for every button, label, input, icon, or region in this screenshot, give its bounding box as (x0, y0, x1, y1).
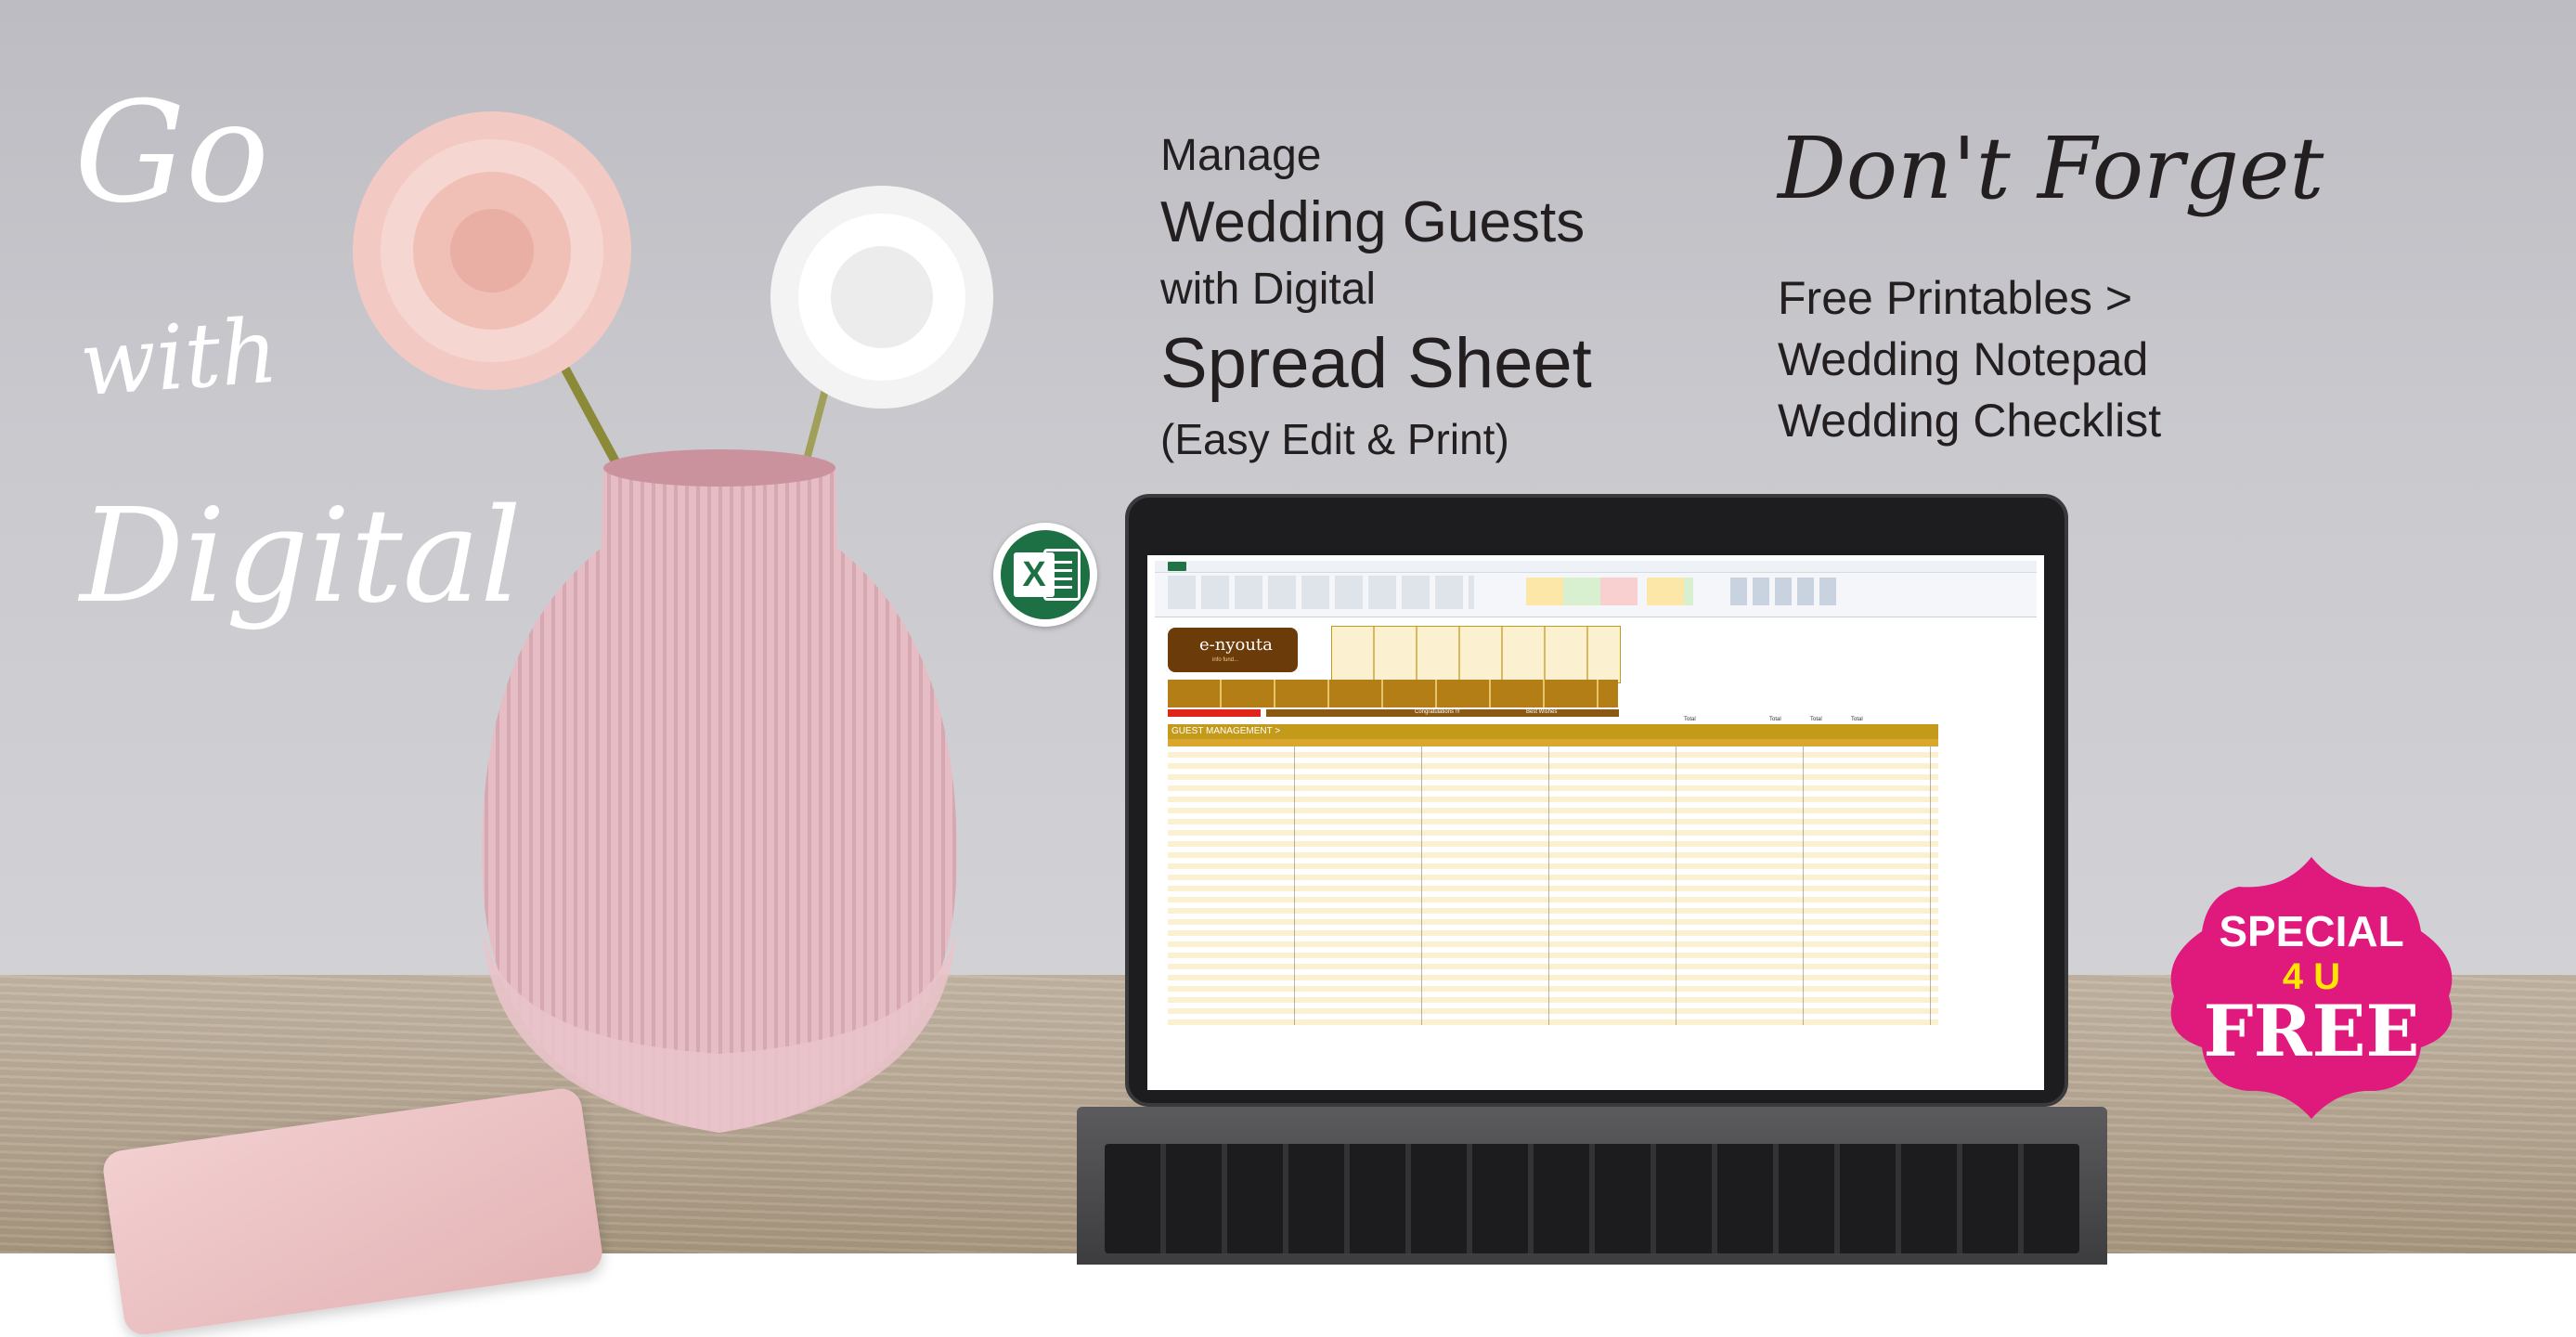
spreadsheet-preview: e-nyouta info fund... Congratulations !!… (1155, 561, 2037, 1083)
total-2: Total (1769, 717, 1781, 722)
total-3: Total (1810, 717, 1822, 722)
pink-vase (482, 449, 957, 1133)
script-with: with (76, 298, 281, 417)
red-status-bar (1168, 709, 1261, 717)
ribbon-cells (1730, 578, 1842, 605)
headline-easy-edit: (Easy Edit & Print) (1160, 415, 1509, 463)
flowers-illustration (353, 111, 993, 476)
excel-ribbon (1155, 561, 2037, 617)
guest-management-title: GUEST MANAGEMENT > (1171, 726, 1281, 736)
headline-manage: Manage (1160, 131, 1322, 180)
gold-menu-row (1168, 680, 1618, 707)
total-4: Total (1851, 717, 1863, 722)
headline-wedding-guests: Wedding Guests (1160, 190, 1586, 254)
reminder-wedding-checklist: Wedding Checklist (1778, 395, 2162, 447)
ribbon-styles (1526, 578, 1693, 605)
laptop-keyboard (1105, 1144, 2079, 1253)
reminder-free-printables: Free Printables > (1778, 272, 2133, 324)
headline-spread-sheet: Spread Sheet (1160, 324, 1592, 403)
logo-text: e-nyouta (1199, 635, 1273, 655)
script-go: Go (74, 72, 270, 234)
brown-status-bar: Congratulations !!! Best Wishes (1266, 709, 1619, 717)
best-wishes-text: Best Wishes (1526, 709, 1558, 715)
ribbon-tools (1168, 576, 1474, 609)
excel-letter: X (1014, 552, 1055, 597)
guest-management-header: GUEST MANAGEMENT > (1168, 724, 1938, 739)
reminder-wedding-notepad: Wedding Notepad (1778, 333, 2149, 385)
dont-forget-title: Don't Forget (1778, 119, 2324, 218)
total-1: Total (1684, 717, 1696, 722)
script-digital: Digital (80, 481, 522, 632)
menu-grid (1331, 626, 1621, 683)
ribbon-tabs (1155, 561, 2037, 573)
congrats-text: Congratulations !!! (1415, 709, 1460, 715)
white-pompom-flower (770, 186, 993, 409)
badge-free: FREE (2203, 990, 2420, 1072)
badge-special: SPECIAL (2219, 907, 2404, 955)
excel-icon: X (993, 523, 1097, 627)
e-nyouta-logo: e-nyouta info fund... (1168, 628, 1298, 672)
file-tab (1168, 562, 1186, 571)
logo-subtext: info fund... (1212, 657, 1239, 663)
guest-columns (1168, 746, 1938, 1025)
pink-pompom-flower (353, 111, 631, 390)
headline-with-digital: with Digital (1160, 265, 1377, 314)
totals-row: Total Total Total Total (1684, 717, 1962, 724)
column-header-row (1168, 739, 1938, 746)
